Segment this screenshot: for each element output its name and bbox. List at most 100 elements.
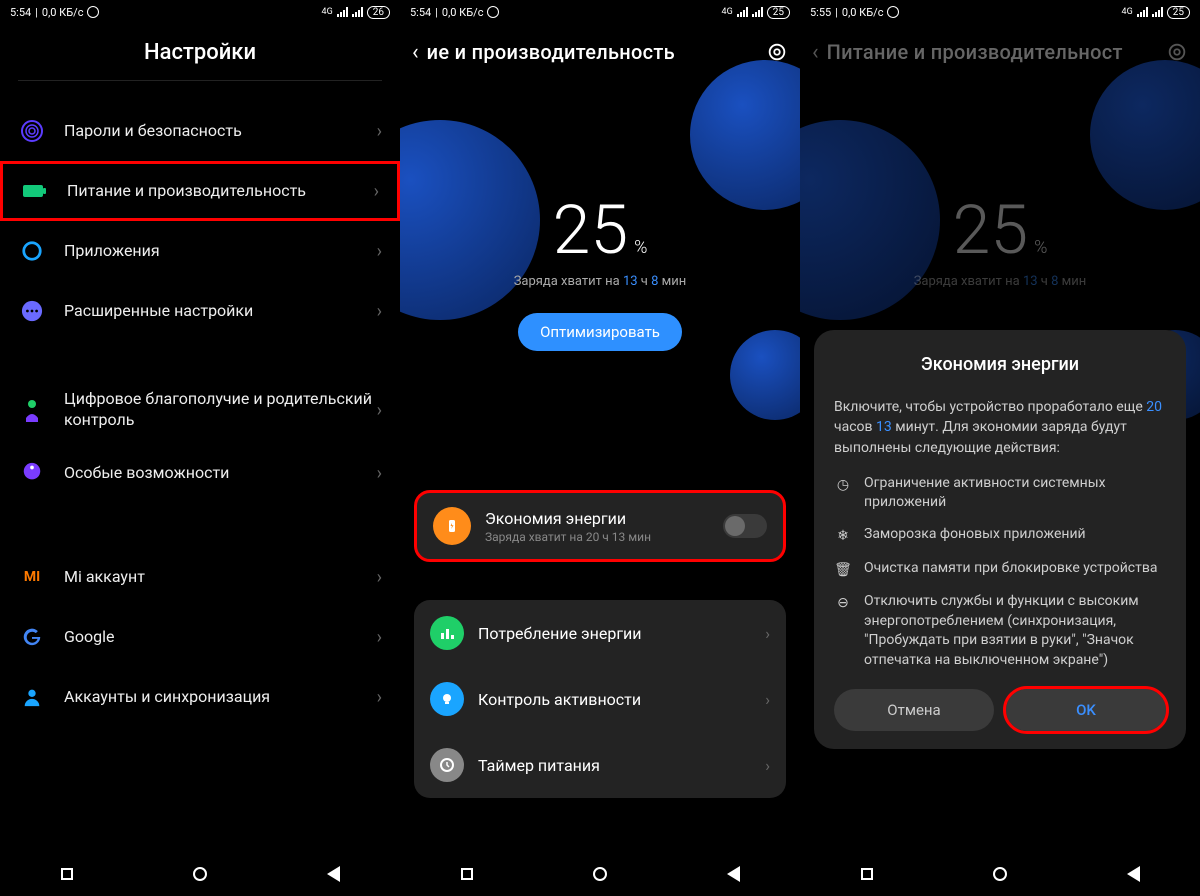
- nav-home-button[interactable]: [970, 859, 1030, 889]
- signal-icon: [337, 7, 348, 17]
- wellbeing-icon: [18, 396, 46, 424]
- dialog-ok-button[interactable]: OK: [1006, 689, 1166, 731]
- dialog-item-text: Ограничение активности системных приложе…: [864, 474, 1166, 513]
- settings-item-advanced[interactable]: Расширенные настройки ›: [0, 281, 400, 341]
- item-label: Пароли и безопасность: [64, 121, 377, 142]
- percent-unit: %: [1034, 237, 1047, 258]
- chevron-right-icon: ›: [377, 567, 382, 588]
- settings-item-accessibility[interactable]: Особые возможности ›: [0, 443, 400, 503]
- nav-bar: [0, 852, 400, 896]
- dialog-item: 🗑 Очистка памяти при блокировке устройст…: [834, 559, 1166, 581]
- power-usage-item[interactable]: Потребление энергии ›: [414, 600, 786, 666]
- settings-item-passwords[interactable]: Пароли и безопасность ›: [0, 101, 400, 161]
- page-title: Питание и производительност: [827, 40, 1123, 64]
- energy-saver-card[interactable]: Экономия энергии Заряда хватит на 20 ч 1…: [414, 490, 786, 562]
- item-label: Google: [64, 627, 377, 648]
- settings-gear-button[interactable]: [766, 41, 788, 63]
- battery-level: 25: [767, 6, 790, 19]
- battery-hero-dim: 25 % Заряда хватит на 13 ч 8 мин: [800, 80, 1200, 289]
- whatsapp-icon: [87, 6, 99, 18]
- battery-icon: [21, 177, 49, 205]
- gear-icon: [18, 237, 46, 265]
- settings-item-accounts-sync[interactable]: Аккаунты и синхронизация ›: [0, 667, 400, 727]
- status-time: 5:54: [410, 6, 431, 19]
- item-label: Особые возможности: [64, 463, 377, 484]
- chevron-right-icon: ›: [377, 241, 382, 262]
- clock-outline-icon: ◷: [834, 474, 852, 513]
- dialog-item-text: Заморозка фоновых приложений: [864, 525, 1086, 547]
- nav-home-button[interactable]: [170, 859, 230, 889]
- nav-bar: [400, 852, 800, 896]
- status-bar: 5:55 | 0,0 КБ/с 4G 25: [800, 0, 1200, 24]
- nav-recent-button[interactable]: [437, 859, 497, 889]
- dialog-buttons: Отмена OK: [834, 689, 1166, 731]
- whatsapp-icon: [487, 6, 499, 18]
- nav-recent-button[interactable]: [37, 859, 97, 889]
- item-label: Приложения: [64, 241, 377, 262]
- network-label: 4G: [322, 7, 333, 17]
- status-speed: 0,0 КБ/с: [442, 6, 484, 19]
- energy-saver-title: Экономия энергии: [485, 509, 723, 528]
- chevron-right-icon: ›: [377, 400, 382, 421]
- chart-icon: [430, 616, 464, 650]
- energy-saver-sub: Заряда хватит на 20 ч 13 мин: [485, 530, 723, 544]
- chevron-right-icon: ›: [374, 181, 379, 202]
- dialog-title: Экономия энергии: [834, 354, 1166, 375]
- activity-control-item[interactable]: Контроль активности ›: [414, 666, 786, 732]
- person-icon: [18, 683, 46, 711]
- google-logo-icon: [18, 623, 46, 651]
- energy-saver-dialog: Экономия энергии Включите, чтобы устройс…: [814, 330, 1186, 749]
- nav-back-button[interactable]: [303, 859, 363, 889]
- battery-hero: 25 % Заряда хватит на 13 ч 8 мин Оптимиз…: [400, 80, 800, 351]
- dots-icon: [18, 297, 46, 325]
- chevron-right-icon: ›: [377, 121, 382, 142]
- network-label: 4G: [1122, 7, 1133, 17]
- chevron-right-icon: ›: [377, 301, 382, 322]
- percent-unit: %: [634, 237, 647, 258]
- settings-item-apps[interactable]: Приложения ›: [0, 221, 400, 281]
- item-label: Потребление энергии: [478, 624, 765, 643]
- page-title: Настройки: [144, 40, 256, 65]
- status-speed: 0,0 КБ/с: [42, 6, 84, 19]
- chevron-right-icon: ›: [377, 687, 382, 708]
- bulb-icon: [430, 682, 464, 716]
- pane-settings: 5:54 | 0,0 КБ/с 4G 26 Настройки Пароли и…: [0, 0, 400, 896]
- item-label: Питание и производительность: [67, 181, 374, 202]
- battery-level: 25: [1167, 6, 1190, 19]
- battery-percentage: 25: [953, 190, 1028, 270]
- pane-battery: 5:54 | 0,0 КБ/с 4G 25 ‹ ие и производите…: [400, 0, 800, 896]
- settings-item-wellbeing[interactable]: Цифровое благополучие и родительский кон…: [0, 377, 400, 443]
- settings-item-mi-account[interactable]: MI Mi аккаунт ›: [0, 547, 400, 607]
- power-timer-item[interactable]: Таймер питания ›: [414, 732, 786, 798]
- status-time: 5:55: [810, 6, 831, 19]
- dialog-cancel-button[interactable]: Отмена: [834, 689, 994, 731]
- signal-icon-2: [1152, 7, 1163, 17]
- nav-back-button[interactable]: [1103, 859, 1163, 889]
- battery-options-card: Потребление энергии › Контроль активност…: [414, 600, 786, 798]
- back-button[interactable]: ‹: [412, 40, 419, 65]
- dialog-item-text: Отключить службы и функции с высоким эне…: [864, 592, 1166, 670]
- signal-icon: [737, 7, 748, 17]
- settings-item-battery[interactable]: Питание и производительность ›: [0, 161, 400, 221]
- energy-saver-toggle[interactable]: [723, 514, 767, 538]
- nav-recent-button[interactable]: [837, 859, 897, 889]
- nav-back-button[interactable]: [703, 859, 763, 889]
- battery-percentage: 25: [553, 190, 628, 270]
- settings-gear-button[interactable]: [1166, 41, 1188, 63]
- chevron-right-icon: ›: [765, 690, 770, 709]
- dialog-item-text: Очистка памяти при блокировке устройства: [864, 559, 1157, 581]
- chevron-right-icon: ›: [377, 463, 382, 484]
- nav-home-button[interactable]: [570, 859, 630, 889]
- settings-item-google[interactable]: Google ›: [0, 607, 400, 667]
- battery-remaining: Заряда хватит на 13 ч 8 мин: [800, 274, 1200, 289]
- page-header: ‹ Питание и производительност: [800, 24, 1200, 80]
- item-label: Контроль активности: [478, 690, 765, 709]
- dialog-body: Включите, чтобы устройство проработало е…: [834, 397, 1166, 458]
- dialog-action-list: ◷ Ограничение активности системных прило…: [834, 474, 1166, 671]
- back-button[interactable]: ‹: [812, 40, 819, 65]
- network-label: 4G: [722, 7, 733, 17]
- page-title: ие и производительность: [427, 40, 675, 64]
- signal-icon-2: [352, 7, 363, 17]
- optimize-button[interactable]: Оптимизировать: [518, 313, 682, 351]
- status-time: 5:54: [10, 6, 31, 19]
